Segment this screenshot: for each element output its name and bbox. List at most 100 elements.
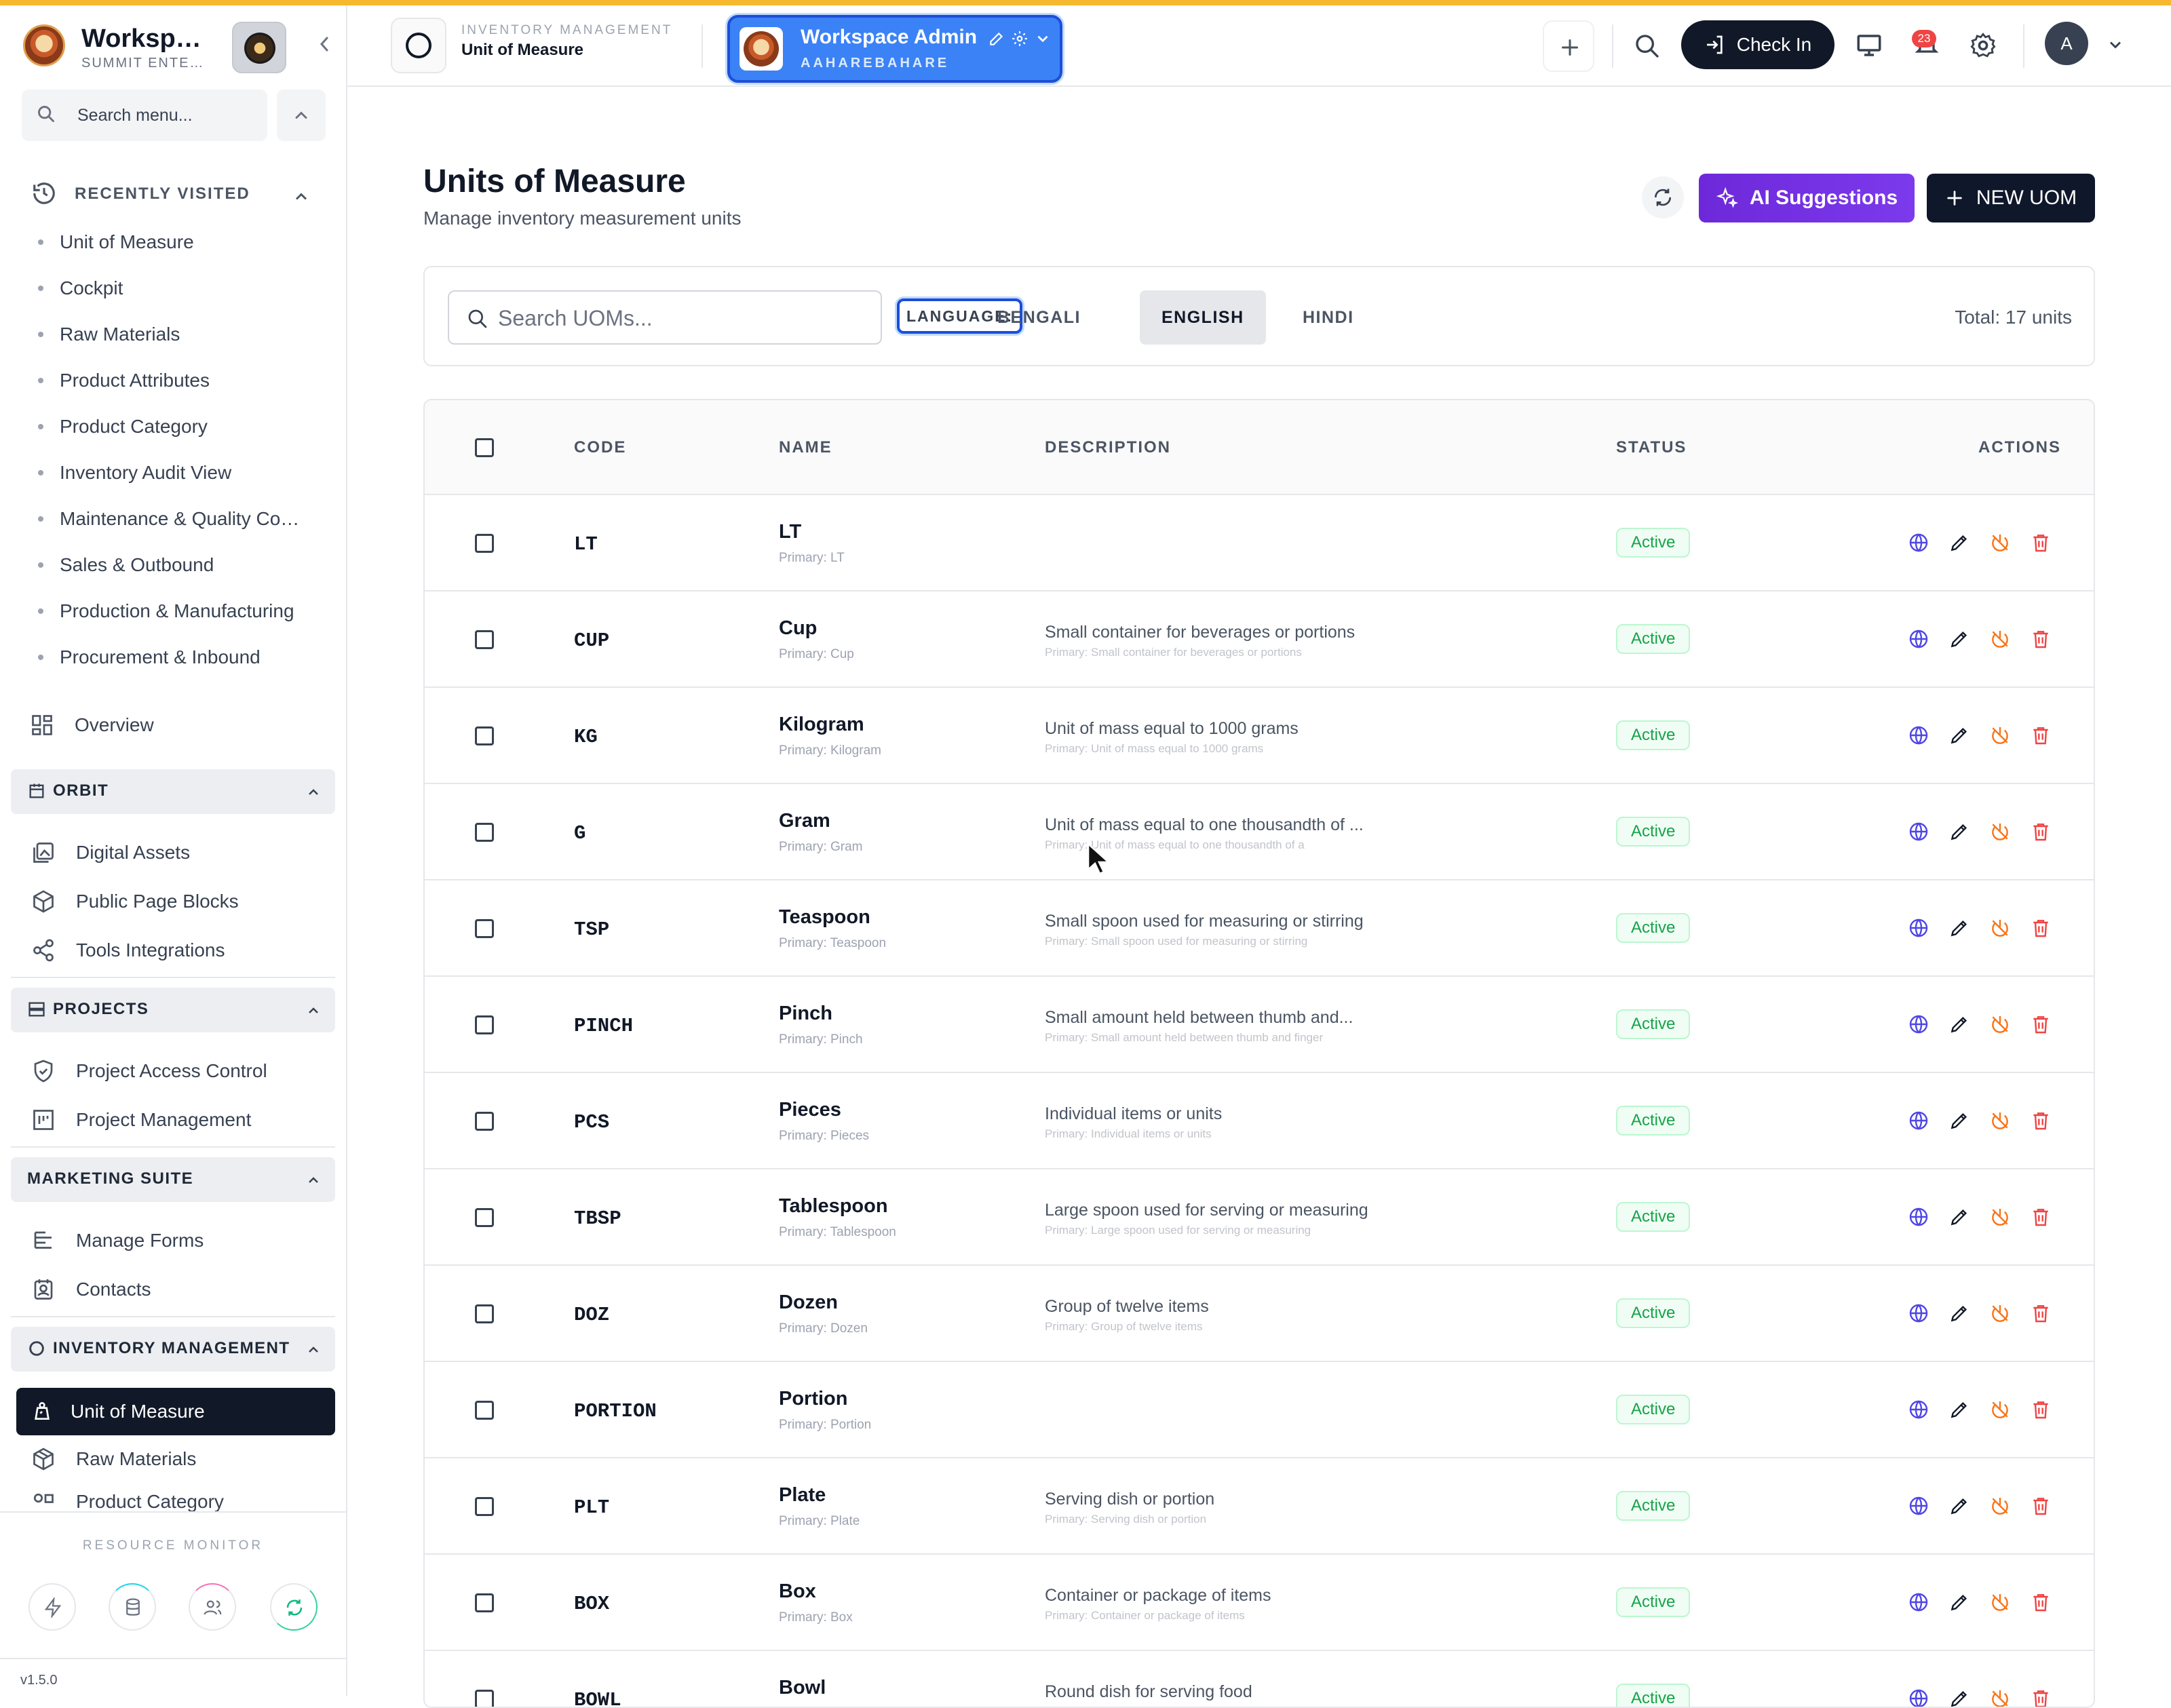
search-icon[interactable]: [1634, 33, 1661, 60]
new-uom-button[interactable]: NEW UOM: [1927, 174, 2095, 222]
pencil-icon[interactable]: [1948, 724, 1970, 746]
language-tab-hindi[interactable]: HINDI: [1281, 290, 1376, 345]
recent-item[interactable]: Raw Materials: [35, 322, 320, 368]
row-checkbox[interactable]: [475, 823, 494, 842]
power-off-icon[interactable]: [1989, 1110, 2011, 1131]
recent-item[interactable]: Maintenance & Quality Co…: [35, 506, 320, 552]
recent-item[interactable]: Production & Manufacturing: [35, 598, 320, 644]
table-row[interactable]: KG Kilogram Primary: Kilogram Unit of mass …: [425, 688, 2094, 784]
power-off-icon[interactable]: [1989, 724, 2011, 746]
globe-icon[interactable]: [1908, 917, 1929, 939]
row-checkbox[interactable]: [475, 1015, 494, 1034]
trash-icon[interactable]: [2030, 1206, 2052, 1228]
globe-icon[interactable]: [1908, 532, 1929, 554]
table-row[interactable]: BOX Box Primary: Box Container or package o…: [425, 1555, 2094, 1651]
sidebar-item-project-access-control[interactable]: Project Access Control: [31, 1054, 267, 1088]
power-off-icon[interactable]: [1989, 1399, 2011, 1420]
pencil-icon[interactable]: [1948, 821, 1970, 842]
sidebar-item-unit-of-measure[interactable]: Unit of Measure: [16, 1388, 335, 1435]
globe-icon[interactable]: [1908, 1013, 1929, 1035]
recent-item[interactable]: Product Attributes: [35, 368, 320, 414]
chevron-down-icon[interactable]: [2106, 35, 2125, 54]
globe-icon[interactable]: [1908, 1688, 1929, 1707]
pencil-icon[interactable]: [1948, 1688, 1970, 1707]
language-tab-bengali[interactable]: BENGALI: [976, 290, 1102, 345]
recent-item[interactable]: Product Category: [35, 414, 320, 460]
edit-icon[interactable]: [988, 30, 1005, 47]
sidebar-item-manage-forms[interactable]: Manage Forms: [31, 1224, 204, 1258]
table-row[interactable]: DOZ Dozen Primary: Dozen Group of twelve it…: [425, 1266, 2094, 1362]
table-row[interactable]: PLT Plate Primary: Plate Serving dish or po…: [425, 1458, 2094, 1555]
select-all-checkbox[interactable]: [475, 438, 494, 457]
pencil-icon[interactable]: [1948, 1495, 1970, 1517]
recent-item[interactable]: Sales & Outbound: [35, 552, 320, 598]
pencil-icon[interactable]: [1948, 1206, 1970, 1228]
pencil-icon[interactable]: [1948, 532, 1970, 554]
row-checkbox[interactable]: [475, 1304, 494, 1323]
group-orbit[interactable]: ORBIT: [11, 769, 335, 814]
pencil-icon[interactable]: [1948, 1110, 1970, 1131]
row-checkbox[interactable]: [475, 1690, 494, 1707]
globe-icon[interactable]: [1908, 1206, 1929, 1228]
collapse-sidebar-icon[interactable]: [316, 34, 332, 60]
pencil-icon[interactable]: [1948, 1591, 1970, 1613]
row-checkbox[interactable]: [475, 534, 494, 553]
table-row[interactable]: CUP Cup Primary: Cup Small container for be…: [425, 591, 2094, 688]
globe-icon[interactable]: [1908, 1495, 1929, 1517]
uom-search-input[interactable]: [498, 301, 864, 335]
column-header-code[interactable]: CODE: [574, 438, 626, 457]
check-in-button[interactable]: Check In: [1681, 20, 1834, 69]
column-header-description[interactable]: DESCRIPTION: [1045, 438, 1171, 457]
power-off-icon[interactable]: [1989, 1302, 2011, 1324]
sidebar-item-contacts[interactable]: Contacts: [31, 1273, 151, 1306]
chevron-up-icon[interactable]: [292, 187, 311, 206]
row-checkbox[interactable]: [475, 1497, 494, 1516]
pencil-icon[interactable]: [1948, 628, 1970, 650]
group-inventory-management[interactable]: INVENTORY MANAGEMENT: [11, 1327, 335, 1372]
recent-item[interactable]: Inventory Audit View: [35, 460, 320, 506]
language-tab-english[interactable]: ENGLISH: [1140, 290, 1266, 345]
trash-icon[interactable]: [2030, 628, 2052, 650]
recent-item[interactable]: Unit of Measure: [35, 229, 320, 275]
table-row[interactable]: G Gram Primary: Gram Unit of mass equal to …: [425, 784, 2094, 880]
group-projects[interactable]: PROJECTS: [11, 988, 335, 1032]
trash-icon[interactable]: [2030, 821, 2052, 842]
ai-suggestions-button[interactable]: AI Suggestions: [1699, 174, 1915, 222]
trash-icon[interactable]: [2030, 1591, 2052, 1613]
chevron-down-icon[interactable]: [1034, 30, 1052, 47]
pencil-icon[interactable]: [1948, 917, 1970, 939]
gear-icon[interactable]: [1011, 30, 1029, 47]
globe-icon[interactable]: [1908, 724, 1929, 746]
row-checkbox[interactable]: [475, 1593, 494, 1612]
pencil-icon[interactable]: [1948, 1399, 1970, 1420]
uom-search-field[interactable]: [448, 290, 882, 345]
globe-icon[interactable]: [1908, 628, 1929, 650]
column-header-name[interactable]: NAME: [779, 438, 832, 457]
sync-monitor[interactable]: [270, 1583, 318, 1631]
power-off-icon[interactable]: [1989, 1495, 2011, 1517]
row-checkbox[interactable]: [475, 1208, 494, 1227]
table-row[interactable]: BOWL Bowl Round dish for serving food Activ…: [425, 1651, 2094, 1707]
menu-search-input[interactable]: Search menu...: [22, 90, 267, 141]
globe-icon[interactable]: [1908, 821, 1929, 842]
workspace-switcher[interactable]: Workspace Admin AAHAREBAHARE: [727, 15, 1062, 83]
storage-monitor[interactable]: [109, 1583, 156, 1631]
workspace-header[interactable]: Worksp… SUMMIT ENTE…: [20, 20, 332, 75]
power-off-icon[interactable]: [1989, 532, 2011, 554]
trash-icon[interactable]: [2030, 724, 2052, 746]
sidebar-item-project-management[interactable]: Project Management: [31, 1103, 251, 1137]
add-button[interactable]: [1543, 20, 1594, 72]
recent-item[interactable]: Cockpit: [35, 275, 320, 322]
sidebar-item-overview[interactable]: Overview: [30, 708, 154, 742]
row-checkbox[interactable]: [475, 1401, 494, 1420]
row-checkbox[interactable]: [475, 1112, 494, 1131]
power-off-icon[interactable]: [1989, 1013, 2011, 1035]
table-row[interactable]: PORTION Portion Primary: Portion Active: [425, 1362, 2094, 1458]
row-checkbox[interactable]: [475, 630, 494, 649]
table-row[interactable]: TSP Teaspoon Primary: Teaspoon Small spoon …: [425, 880, 2094, 977]
trash-icon[interactable]: [2030, 1399, 2052, 1420]
sidebar-item-public-page-blocks[interactable]: Public Page Blocks: [31, 885, 239, 918]
refresh-button[interactable]: [1642, 176, 1684, 218]
power-off-icon[interactable]: [1989, 917, 2011, 939]
cpu-monitor[interactable]: [28, 1583, 76, 1631]
